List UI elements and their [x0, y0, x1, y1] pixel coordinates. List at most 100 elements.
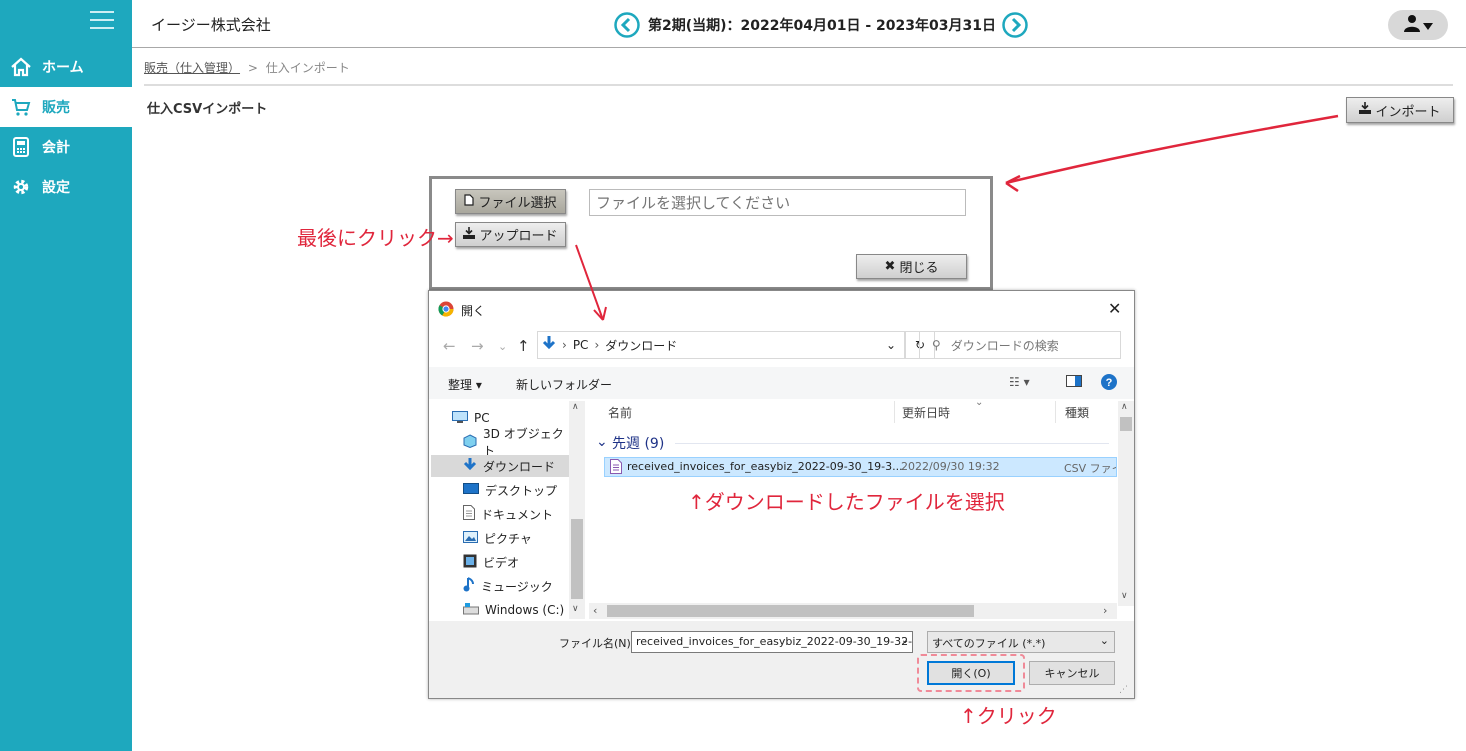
address-dropdown-icon[interactable]: ⌄ — [886, 338, 896, 352]
import-button-label: インポート — [1375, 104, 1441, 120]
column-type[interactable]: 種類 — [1065, 404, 1089, 421]
sidebar-item-settings[interactable]: 設定 — [0, 167, 132, 207]
computer-icon — [452, 410, 468, 426]
recent-locations-icon[interactable]: ⌄ — [498, 340, 507, 353]
filename-input[interactable]: received_invoices_for_easybiz_2022-09-30… — [631, 631, 913, 653]
group-chevron-icon[interactable]: ⌄ — [596, 434, 608, 450]
tree-scrollbar[interactable]: ∧ ∨ — [569, 401, 585, 619]
file-select-button[interactable]: ファイル選択 — [455, 189, 566, 214]
address-bar[interactable]: › PC › ダウンロード ⌄ — [537, 331, 905, 359]
up-arrow-icon[interactable]: ↑ — [517, 337, 530, 355]
tree-item-label: Windows (C:) — [485, 603, 565, 617]
tree-item-documents[interactable]: ドキュメント — [431, 503, 569, 525]
fiscal-period: 第2期(当期)：2022年04月01日 - 2023年03月31日 — [648, 18, 996, 34]
file-type: CSV ファイル — [1064, 462, 1116, 475]
desktop-icon — [463, 482, 479, 498]
chevron-down-icon: ⌄ — [1099, 634, 1109, 647]
music-icon — [463, 577, 475, 595]
home-icon — [0, 57, 42, 77]
sidebar-item-sales[interactable]: 販売 — [0, 87, 132, 127]
preview-pane-icon[interactable] — [1066, 375, 1082, 390]
next-period-icon[interactable] — [1002, 12, 1028, 38]
import-icon — [1359, 102, 1372, 118]
path-pc[interactable]: PC — [573, 338, 589, 352]
tree-item-desktop[interactable]: デスクトップ — [431, 479, 569, 501]
video-icon — [463, 554, 477, 571]
group-divider — [675, 443, 1109, 444]
forward-arrow-icon[interactable]: → — [471, 337, 484, 355]
arrow-to-panel — [1005, 114, 1339, 185]
tree-item-windows-c[interactable]: Windows (C:) — [431, 599, 569, 621]
file-select-label: ファイル選択 — [478, 196, 557, 211]
annotation-select-file: ↑ダウンロードしたファイルを選択 — [688, 490, 1005, 514]
annotation-last-click: 最後にクリック→ — [297, 226, 454, 250]
chrome-icon — [438, 301, 454, 320]
import-button[interactable]: インポート — [1346, 97, 1454, 123]
arrow-head — [1005, 174, 1021, 193]
previous-period-icon[interactable] — [614, 12, 640, 38]
organize-menu[interactable]: 整理 ▾ — [448, 376, 482, 393]
gear-icon — [0, 177, 42, 197]
upload-button[interactable]: アップロード — [455, 222, 566, 247]
cart-icon — [0, 97, 42, 117]
filename-dropdown-icon[interactable]: ⌄ — [901, 635, 909, 646]
file-name: received_invoices_for_easybiz_2022-09-30… — [627, 460, 903, 473]
user-menu-button[interactable] — [1388, 10, 1448, 40]
drive-icon — [463, 602, 479, 618]
new-folder-button[interactable]: 新しいフォルダー — [516, 376, 612, 393]
file-list-header: 名前 更新日時 ⌄ 種類 — [599, 397, 1135, 425]
file-path-input[interactable] — [589, 189, 966, 216]
file-list-horizontal-scrollbar[interactable]: ‹ › — [589, 603, 1117, 619]
close-icon: ✖ — [884, 259, 896, 274]
tree-item-label: ミュージック — [481, 579, 553, 594]
filetype-value: すべてのファイル (*.*) — [932, 637, 1046, 650]
download-icon — [463, 457, 477, 475]
filetype-select[interactable]: すべてのファイル (*.*) ⌄ — [927, 631, 1115, 653]
tree-item-label: デスクトップ — [485, 483, 558, 498]
tree-item-label: ドキュメント — [481, 507, 554, 522]
file-list-vertical-scrollbar[interactable]: ∧ ∨ — [1118, 401, 1134, 606]
close-label: 閉じる — [899, 261, 939, 276]
chevron-down-icon — [1423, 16, 1433, 35]
page-title: 仕入CSVインポート — [147, 102, 268, 117]
file-row[interactable]: received_invoices_for_easybiz_2022-09-30… — [604, 457, 1117, 477]
file-icon — [464, 193, 475, 210]
tree-item-music[interactable]: ミュージック — [431, 575, 569, 597]
column-name[interactable]: 名前 — [608, 404, 632, 421]
close-button[interactable]: ✖ 閉じる — [856, 254, 967, 279]
column-date[interactable]: 更新日時 — [902, 404, 950, 421]
menu-toggle-icon[interactable] — [90, 11, 114, 33]
path-downloads[interactable]: ダウンロード — [605, 337, 677, 354]
upload-label: アップロード — [479, 229, 558, 244]
csv-file-icon — [610, 459, 622, 477]
cancel-button[interactable]: キャンセル — [1029, 661, 1115, 685]
sidebar-item-home[interactable]: ホーム — [0, 47, 132, 87]
help-icon[interactable]: ? — [1101, 374, 1117, 393]
path-separator: › — [562, 338, 567, 352]
annotation-click: ↑クリック — [960, 704, 1057, 728]
path-separator: › — [594, 338, 600, 352]
dialog-search-input[interactable]: ⚲ ダウンロードの検索 — [919, 331, 1121, 359]
calculator-icon — [0, 137, 42, 157]
group-header[interactable]: 先週 (9) — [612, 433, 664, 453]
view-options-icon[interactable]: ☷ ▾ — [1009, 375, 1030, 389]
back-arrow-icon[interactable]: ← — [443, 337, 456, 355]
filename-label: ファイル名(N): — [559, 637, 635, 650]
download-folder-icon — [542, 335, 556, 355]
tree-item-pictures[interactable]: ピクチャ — [431, 527, 569, 549]
column-divider — [1055, 401, 1056, 423]
sidebar-item-accounting[interactable]: 会計 — [0, 127, 132, 167]
tree-item-label: ダウンロード — [483, 459, 556, 474]
tree-item-videos[interactable]: ビデオ — [431, 551, 569, 573]
tree-item-3d-objects[interactable]: 3D オブジェクト — [431, 427, 569, 458]
document-icon — [463, 505, 475, 523]
search-icon: ⚲ — [932, 338, 941, 352]
breadcrumb: 販売（仕入管理） > 仕入インポート — [144, 59, 350, 76]
tree-item-downloads[interactable]: ダウンロード — [431, 455, 569, 477]
breadcrumb-parent-link[interactable]: 販売（仕入管理） — [144, 61, 240, 75]
picture-icon — [463, 530, 478, 546]
folder-tree: PC 3D オブジェクト ダウンロード デスクトップ ドキュメント ピクチャ ビ… — [431, 401, 586, 619]
resize-grip-icon[interactable]: ⋰ — [1119, 685, 1128, 695]
cube-icon — [463, 433, 477, 451]
dialog-close-icon[interactable]: ✕ — [1108, 299, 1121, 318]
